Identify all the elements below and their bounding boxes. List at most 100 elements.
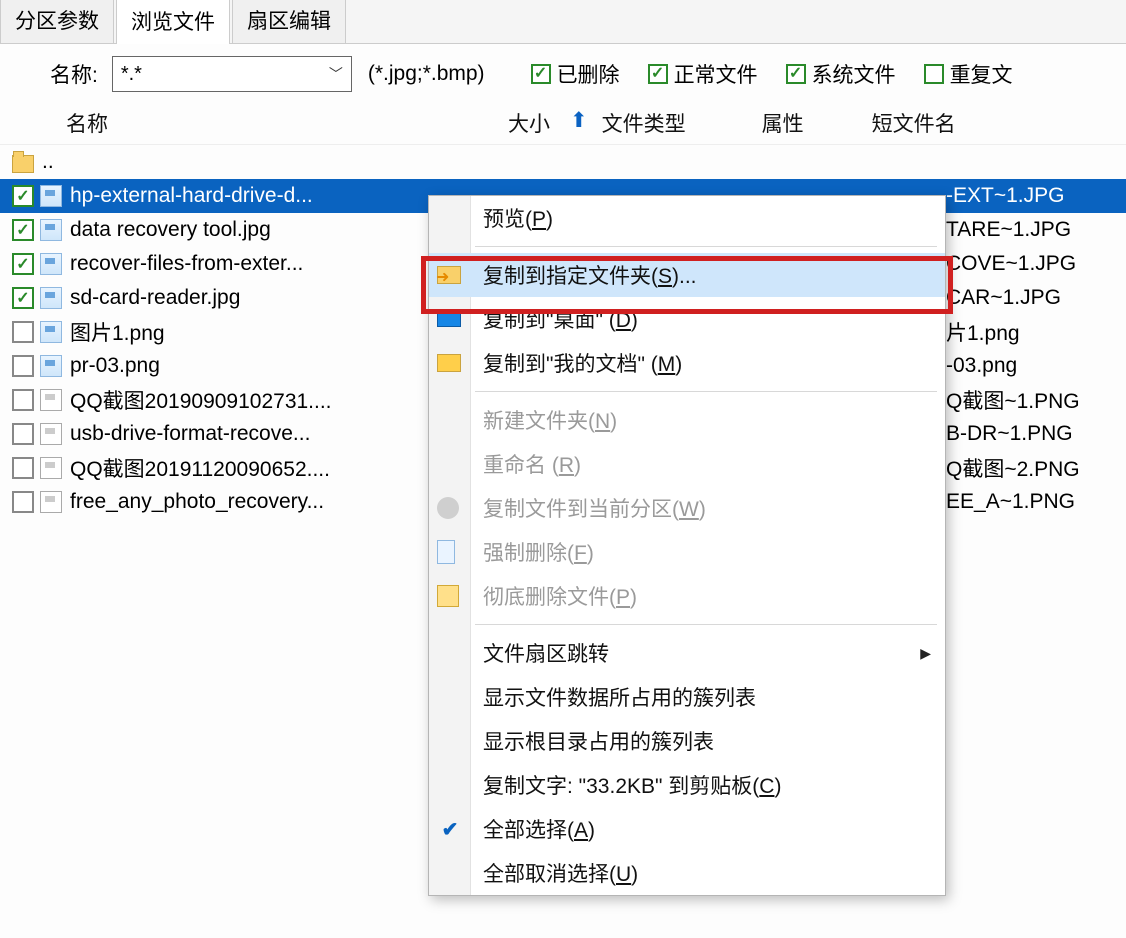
row-checkbox[interactable] bbox=[12, 389, 34, 411]
short-filename: -03.png bbox=[946, 349, 1126, 383]
filter-row: 名称: *.* ﹀ (*.jpg;*.bmp) 已删除 正常文件 系统文件 重复… bbox=[0, 44, 1126, 104]
row-checkbox[interactable] bbox=[12, 219, 34, 241]
row-checkbox[interactable] bbox=[12, 457, 34, 479]
row-checkbox[interactable] bbox=[12, 287, 34, 309]
tab-browse-files[interactable]: 浏览文件 bbox=[116, 0, 230, 44]
chevron-down-icon: ﹀ bbox=[329, 64, 343, 84]
filter-pattern-value: *.* bbox=[121, 63, 142, 86]
ctx-select-all[interactable]: 全部选择(A) bbox=[429, 807, 945, 851]
checkbox-system-label: 系统文件 bbox=[812, 59, 896, 89]
short-filename: B-DR~1.PNG bbox=[946, 417, 1126, 451]
row-checkbox[interactable] bbox=[12, 253, 34, 275]
file-icon bbox=[40, 491, 62, 513]
file-name: free_any_photo_recovery... bbox=[70, 490, 450, 514]
file-name: hp-external-hard-drive-d... bbox=[70, 184, 450, 208]
ctx-new-folder-label: 新建文件夹(N) bbox=[483, 405, 617, 435]
sort-arrow-up-icon[interactable]: ⬆ bbox=[570, 108, 588, 138]
short-filename: Q截图~2.PNG bbox=[946, 451, 1126, 485]
short-filename: -EXT~1.JPG bbox=[946, 179, 1126, 213]
column-header-size[interactable]: 大小 bbox=[490, 108, 550, 138]
parent-dir-row[interactable]: .. bbox=[0, 145, 1126, 179]
ctx-deselect-all[interactable]: 全部取消选择(U) bbox=[429, 851, 945, 895]
check-icon bbox=[437, 816, 463, 842]
separator bbox=[475, 391, 937, 392]
ctx-copy-to-partition: 复制文件到当前分区(W) bbox=[429, 486, 945, 530]
globe-icon bbox=[437, 497, 459, 519]
folder-icon bbox=[12, 155, 34, 173]
ctx-copy-to-partition-label: 复制文件到当前分区(W) bbox=[483, 493, 706, 523]
file-icon bbox=[40, 355, 62, 377]
file-icon bbox=[40, 253, 62, 275]
tab-partition-params[interactable]: 分区参数 bbox=[0, 0, 114, 43]
ctx-copy-to-folder[interactable]: 复制到指定文件夹(S)... bbox=[429, 253, 945, 297]
row-checkbox[interactable] bbox=[12, 321, 34, 343]
ctx-copy-text-clipboard-label: 复制文字: "33.2KB" 到剪贴板(C) bbox=[483, 770, 781, 800]
file-icon bbox=[40, 287, 62, 309]
ctx-force-delete: 强制删除(F) bbox=[429, 530, 945, 574]
column-header-shortname[interactable]: 短文件名 bbox=[872, 108, 1072, 138]
short-filename: 片1.png bbox=[946, 315, 1126, 349]
ctx-new-folder: 新建文件夹(N) bbox=[429, 398, 945, 442]
column-header-name[interactable]: 名称 bbox=[20, 108, 490, 138]
checkbox-duplicate[interactable]: 重复文 bbox=[924, 59, 1013, 89]
file-icon bbox=[40, 321, 62, 343]
ctx-preview[interactable]: 预览(P) bbox=[429, 196, 945, 240]
ctx-sector-jump[interactable]: 文件扇区跳转 ▶ bbox=[429, 631, 945, 675]
short-filename: TARE~1.JPG bbox=[946, 213, 1126, 247]
column-header-type[interactable]: 文件类型 bbox=[602, 108, 762, 138]
ctx-select-all-label: 全部选择(A) bbox=[483, 814, 595, 844]
filter-name-label: 名称: bbox=[50, 59, 98, 89]
short-filename: Q截图~1.PNG bbox=[946, 383, 1126, 417]
ctx-copy-to-documents[interactable]: 复制到"我的文档" (M) bbox=[429, 341, 945, 385]
shortname-column: -EXT~1.JPGTARE~1.JPGCOVE~1.JPGCAR~1.JPG片… bbox=[946, 179, 1126, 519]
folder-arrow-icon bbox=[437, 266, 461, 284]
file-name: QQ截图20190909102731.... bbox=[70, 385, 450, 415]
ctx-show-cluster-list-label: 显示文件数据所占用的簇列表 bbox=[483, 682, 756, 712]
row-checkbox[interactable] bbox=[12, 355, 34, 377]
ctx-permanent-delete-label: 彻底删除文件(P) bbox=[483, 581, 637, 611]
short-filename: EE_A~1.PNG bbox=[946, 485, 1126, 519]
ctx-deselect-all-label: 全部取消选择(U) bbox=[483, 858, 638, 888]
ctx-permanent-delete: 彻底删除文件(P) bbox=[429, 574, 945, 618]
file-name: QQ截图20191120090652.... bbox=[70, 453, 450, 483]
column-header-attr[interactable]: 属性 bbox=[762, 108, 872, 138]
row-checkbox[interactable] bbox=[12, 423, 34, 445]
separator bbox=[475, 246, 937, 247]
column-header-row: 名称 大小 ⬆ 文件类型 属性 短文件名 bbox=[0, 104, 1126, 145]
checkmark-icon bbox=[648, 64, 668, 84]
file-icon bbox=[40, 185, 62, 207]
tab-sector-edit[interactable]: 扇区编辑 bbox=[232, 0, 346, 43]
file-name: usb-drive-format-recove... bbox=[70, 422, 450, 446]
submenu-arrow-icon: ▶ bbox=[920, 645, 931, 662]
checkbox-empty-icon bbox=[924, 64, 944, 84]
file-icon bbox=[40, 389, 62, 411]
checkbox-deleted-label: 已删除 bbox=[557, 59, 620, 89]
ctx-copy-text-clipboard[interactable]: 复制文字: "33.2KB" 到剪贴板(C) bbox=[429, 763, 945, 807]
ctx-show-root-cluster-label: 显示根目录占用的簇列表 bbox=[483, 726, 714, 756]
short-filename: CAR~1.JPG bbox=[946, 281, 1126, 315]
file-name: recover-files-from-exter... bbox=[70, 252, 450, 276]
checkbox-deleted[interactable]: 已删除 bbox=[531, 59, 620, 89]
tabstrip: 分区参数 浏览文件 扇区编辑 bbox=[0, 0, 1126, 44]
filter-pattern-combobox[interactable]: *.* ﹀ bbox=[112, 56, 352, 92]
checkbox-duplicate-label: 重复文 bbox=[950, 59, 1013, 89]
file-name: data recovery tool.jpg bbox=[70, 218, 450, 242]
ctx-show-root-cluster[interactable]: 显示根目录占用的簇列表 bbox=[429, 719, 945, 763]
ctx-copy-to-documents-label: 复制到"我的文档" (M) bbox=[483, 348, 682, 378]
ctx-preview-label: 预览(P) bbox=[483, 203, 553, 233]
documents-folder-icon bbox=[437, 354, 461, 372]
file-name: 图片1.png bbox=[70, 317, 450, 347]
checkbox-system[interactable]: 系统文件 bbox=[786, 59, 896, 89]
file-icon bbox=[40, 423, 62, 445]
short-filename: COVE~1.JPG bbox=[946, 247, 1126, 281]
ctx-sector-jump-label: 文件扇区跳转 bbox=[483, 638, 609, 668]
file-name: sd-card-reader.jpg bbox=[70, 286, 450, 310]
ctx-force-delete-label: 强制删除(F) bbox=[483, 537, 594, 567]
row-checkbox[interactable] bbox=[12, 491, 34, 513]
checkmark-icon bbox=[531, 64, 551, 84]
checkbox-normal[interactable]: 正常文件 bbox=[648, 59, 758, 89]
ctx-copy-to-desktop[interactable]: 复制到"桌面" (D) bbox=[429, 297, 945, 341]
file-icon bbox=[40, 457, 62, 479]
row-checkbox[interactable] bbox=[12, 185, 34, 207]
ctx-show-cluster-list[interactable]: 显示文件数据所占用的簇列表 bbox=[429, 675, 945, 719]
